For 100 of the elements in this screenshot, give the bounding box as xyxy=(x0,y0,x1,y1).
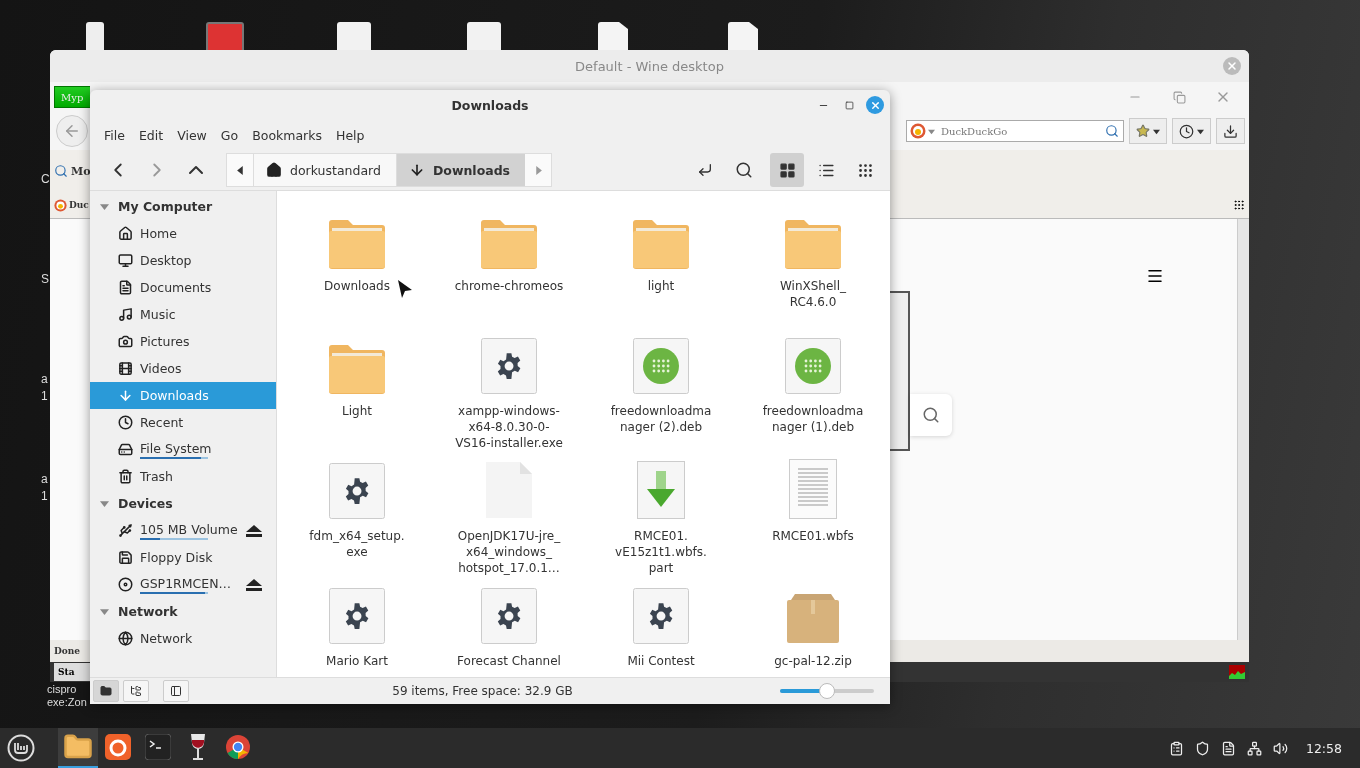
sidebar-item[interactable]: Recent xyxy=(90,409,276,436)
browser-icon xyxy=(105,734,131,760)
home-icon xyxy=(118,226,133,241)
sidebar-item[interactable]: Trash xyxy=(90,463,276,490)
sidebar-item[interactable]: Music xyxy=(90,301,276,328)
file-name[interactable]: RMCE01.wbfs xyxy=(772,528,854,544)
caret-icon xyxy=(533,165,543,175)
eject-icon[interactable] xyxy=(246,578,262,591)
sidebar-item[interactable]: Videos xyxy=(90,355,276,382)
desktop-icon-label: exe:Zon xyxy=(47,696,87,708)
monitor-icon xyxy=(118,253,133,268)
document-icon[interactable] xyxy=(728,22,758,50)
menu-item[interactable]: Edit xyxy=(131,123,171,147)
file-name[interactable]: Light xyxy=(342,403,372,419)
file-name[interactable]: Downloads xyxy=(324,278,390,294)
file-name[interactable]: freedownloadma nager (2).deb xyxy=(610,403,712,435)
tree-icon xyxy=(130,685,142,697)
sidebar-section-header[interactable]: My Computer xyxy=(90,193,276,220)
sidebar-panel-icon xyxy=(170,685,182,697)
toggle-sidebar-button[interactable] xyxy=(163,680,189,702)
sidebar-mode-button[interactable] xyxy=(93,680,119,702)
search-icon xyxy=(922,406,940,424)
chrome-browser-icon xyxy=(225,734,251,760)
sidebar-section-header[interactable]: Network xyxy=(90,598,276,625)
sidebar-section-header[interactable]: Devices xyxy=(90,490,276,517)
close-icon xyxy=(1226,60,1238,72)
file-name[interactable]: gc-pal-12.zip xyxy=(774,653,852,669)
file-name[interactable]: xampp-windows- x64-8.0.30-0- VS16-installer.exe xyxy=(455,403,563,451)
caret-icon xyxy=(1197,127,1204,135)
history-button[interactable] xyxy=(1172,118,1211,144)
desktop-icon-label: 1 xyxy=(41,389,48,403)
taskbar-app[interactable] xyxy=(58,728,98,768)
file-name[interactable]: Mario Kart xyxy=(326,653,388,669)
globe-icon xyxy=(118,631,133,646)
package-file-icon xyxy=(785,338,841,394)
duck-logo-icon xyxy=(54,198,67,212)
document-icon[interactable] xyxy=(598,22,628,50)
sidebar-item[interactable]: 105 MB Volume xyxy=(90,517,276,544)
restore-icon[interactable] xyxy=(1172,90,1186,104)
desktop-icon-label: a xyxy=(41,472,48,486)
sidebar-item[interactable]: GSP1RMCEN… xyxy=(90,571,276,598)
close-icon xyxy=(869,99,881,111)
menu-item[interactable]: Go xyxy=(213,123,246,147)
bookmarks-button[interactable] xyxy=(1129,118,1167,144)
clock[interactable]: 12:58 xyxy=(1305,740,1342,756)
magnifier-icon xyxy=(54,164,68,178)
folder-icon xyxy=(100,685,112,697)
status-text: 59 items, Free space: 32.9 GB xyxy=(391,684,574,698)
menu-icon[interactable] xyxy=(1146,267,1164,285)
sidebar-item[interactable]: File System xyxy=(90,436,276,463)
cpu-meter-icon xyxy=(1229,665,1245,679)
menu-item[interactable]: File xyxy=(97,123,132,147)
menu-item[interactable]: Help xyxy=(329,123,372,147)
scrollbar[interactable] xyxy=(1237,219,1249,640)
sidebar-item[interactable]: Documents xyxy=(90,274,276,301)
close-button[interactable] xyxy=(866,96,884,114)
file-name[interactable]: RMCE01. vE15z1t1.wbfs. part xyxy=(615,528,707,576)
caret-icon xyxy=(928,128,935,135)
download-button[interactable] xyxy=(1216,118,1245,144)
menu-item[interactable]: Bookmarks xyxy=(245,123,329,147)
desktop-icon-label: C xyxy=(41,172,50,186)
desktop-icon-label: S xyxy=(41,272,49,286)
film-icon xyxy=(118,361,133,376)
sidebar-item[interactable]: Network xyxy=(90,625,276,652)
grid-icon[interactable] xyxy=(1233,199,1245,211)
file-name[interactable]: Mii Contest xyxy=(627,653,695,669)
maximize-icon xyxy=(844,100,854,110)
eject-icon[interactable] xyxy=(246,524,262,537)
menu-item[interactable]: View xyxy=(170,123,214,147)
search-button[interactable] xyxy=(910,394,952,436)
file-name[interactable]: freedownloadma nager (1).deb xyxy=(762,403,864,435)
folder-icon xyxy=(328,342,386,394)
search-field[interactable]: DuckDuckGo xyxy=(906,120,1124,142)
path-button[interactable]: Downloads xyxy=(395,154,526,186)
file-name[interactable]: chrome-chromeos xyxy=(454,278,564,294)
sidebar-item[interactable]: Desktop xyxy=(90,247,276,274)
sidebar-item[interactable]: Floppy Disk xyxy=(90,544,276,571)
sidebar-item[interactable]: Pictures xyxy=(90,328,276,355)
gear-file-icon xyxy=(481,588,537,644)
browser-tab[interactable]: Duc xyxy=(69,200,89,210)
view-mode-button[interactable] xyxy=(770,153,804,187)
file-name[interactable]: fdm_x64_setup. exe xyxy=(309,528,405,560)
caret-icon xyxy=(100,202,109,211)
camera-icon xyxy=(118,334,133,349)
slider-thumb[interactable] xyxy=(819,683,835,699)
file-name[interactable]: light xyxy=(647,278,675,294)
mouse-pointer-icon xyxy=(398,280,412,300)
search-icon[interactable] xyxy=(1105,124,1119,138)
sidebar-item[interactable]: Home xyxy=(90,220,276,247)
file-name[interactable]: OpenJDK17U-jre_ x64_windows_ hotspot_17.0.1… xyxy=(457,528,561,576)
mint-logo-icon xyxy=(7,734,35,762)
start-button[interactable]: Sta xyxy=(54,663,90,681)
file-name[interactable]: WinXShell_ RC4.6.0 xyxy=(779,278,846,310)
clock-icon xyxy=(118,415,133,430)
bookmark-link[interactable]: Mo xyxy=(71,164,91,178)
file-name[interactable]: Forecast Channel xyxy=(457,653,561,669)
status-text: Done xyxy=(54,646,81,656)
desktop-icon-label: cispro xyxy=(47,683,77,695)
sidebar-mode-button[interactable] xyxy=(123,680,149,702)
caret-icon xyxy=(235,165,245,175)
